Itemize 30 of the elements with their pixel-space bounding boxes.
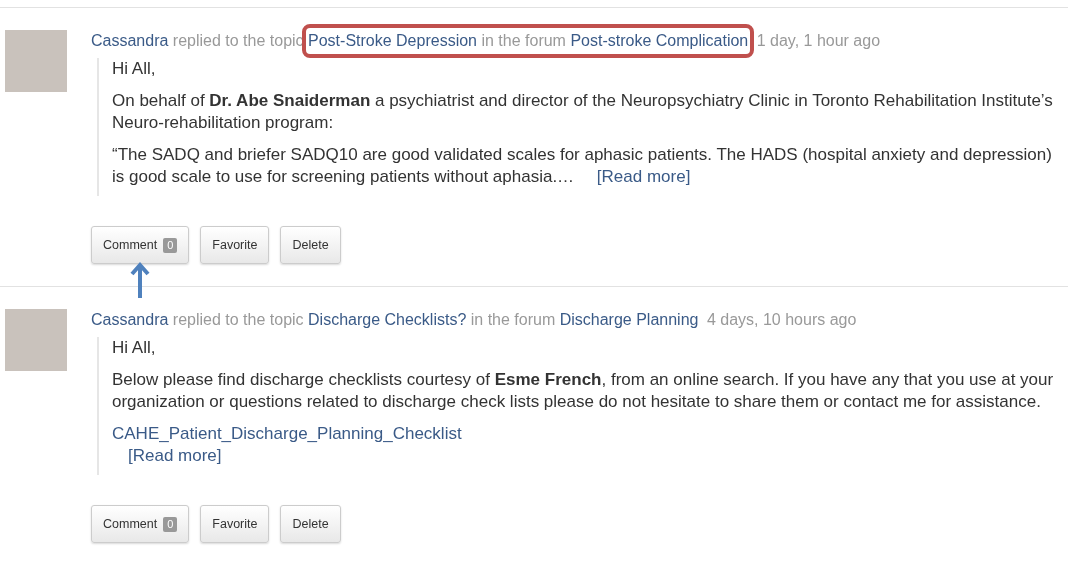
action-button[interactable]: Favorite: [200, 226, 270, 264]
paragraph: Hi All,: [112, 337, 157, 359]
action-button[interactable]: Delete: [280, 226, 341, 264]
paragraph: Hi All,: [112, 58, 157, 80]
forum-link[interactable]: Discharge Planning: [559, 311, 699, 328]
forum-link[interactable]: Post-stroke Complication: [570, 32, 749, 49]
count-badge: 0: [163, 237, 178, 253]
count-badge: 0: [163, 516, 178, 532]
action-button[interactable]: Delete: [280, 505, 341, 543]
comment-button[interactable]: Comment 0: [91, 226, 190, 264]
comment-button[interactable]: Comment 0: [91, 505, 190, 543]
topic-link[interactable]: Discharge Checklists?: [308, 311, 467, 328]
read-more-link[interactable]: [Read more]: [128, 445, 1068, 467]
topic-link[interactable]: Post-Stroke Depression: [308, 32, 477, 49]
author-link[interactable]: Cassandra: [91, 311, 169, 328]
attachment-link[interactable]: CAHE_Patient_Discharge_Planning_Checklist: [112, 423, 1068, 445]
avatar-photo-placeholder: [5, 30, 67, 92]
paragraph: On behalf of Dr. Abe Snaiderman a psychiatrist and director of the Neuropsychiatry Clinic in Toronto Rehabilitation Institute’s Neuro-rehabilitation program:: [112, 90, 1054, 134]
quote-text: “The SADQ and briefer SADQ10 are good validated scales for aphasic patients. The HADS (hospital anxiety and depression) is good scale to use for screening patients without aphasia.… [Read more]: [112, 144, 1053, 188]
forum-label: in the forum: [470, 311, 556, 328]
paragraph: Below please find discharge checklists courtesy of Esme French, from an online search. If you have any that you use at your organization or questions related to discharge check lists please do not hesitate to share them or contact me for assistance.: [112, 369, 1055, 413]
action-text: replied to the topic: [172, 311, 304, 328]
action-text: replied to the topic: [172, 32, 304, 49]
action-button[interactable]: Favorite: [200, 505, 270, 543]
read-more-link[interactable]: [Read more]: [596, 167, 691, 186]
author-link[interactable]: Cassandra: [91, 32, 169, 49]
avatar-photo-placeholder: [5, 309, 67, 371]
timestamp: 4 days, 10 hours ago: [706, 311, 857, 328]
forum-label: in the forum: [481, 32, 566, 49]
timestamp: 1 day, 1 hour ago: [756, 32, 881, 49]
